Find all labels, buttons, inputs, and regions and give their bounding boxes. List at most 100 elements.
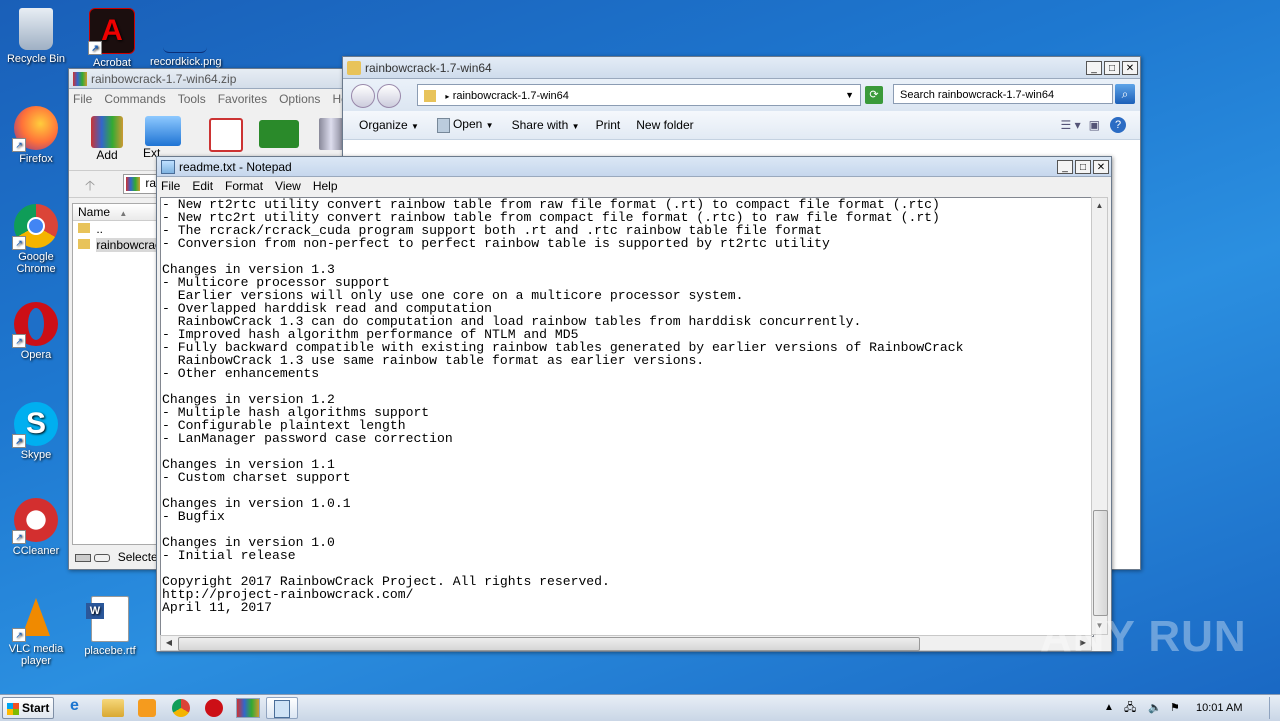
anyrun-watermark: ANY RUN — [1040, 612, 1247, 662]
desktop-icon-firefox[interactable]: ↗ Firefox — [1, 106, 71, 165]
close-button[interactable]: ✕ — [1093, 159, 1109, 174]
explorer-commandbar: Organize ▼ Open ▼ Share with ▼ Print New… — [343, 111, 1140, 140]
scroll-left-icon[interactable]: ◀ — [161, 636, 177, 650]
view-options-icon[interactable]: ☰ ▾ — [1061, 118, 1081, 132]
firefox-icon: ↗ — [12, 106, 58, 152]
menu-commands[interactable]: Commands — [104, 92, 165, 106]
document-text: - New rt2rtc utility convert rainbow tab… — [161, 198, 1093, 614]
address-field[interactable]: ▸ rainbowcrack-1.7-win64 ▼ — [417, 84, 861, 106]
desktop-icon-recycle-bin[interactable]: Recycle Bin — [1, 8, 71, 65]
chrome-icon: ↗ — [12, 204, 58, 250]
add-button[interactable]: Add — [89, 116, 125, 162]
text-line: Changes in version 1.0 — [162, 535, 335, 550]
drive-icon — [75, 553, 91, 562]
help-icon[interactable]: ? — [1110, 117, 1126, 133]
start-button[interactable]: Start — [2, 697, 54, 719]
speaker-icon[interactable]: 🔈 — [1148, 695, 1162, 721]
folder-icon — [78, 223, 90, 233]
back-button[interactable] — [351, 84, 375, 108]
share-with-label: Share with — [511, 118, 569, 132]
search-icon[interactable]: ⌕ — [1115, 84, 1135, 104]
chevron-down-icon: ▼ — [485, 121, 494, 131]
taskbar-opera-icon[interactable] — [205, 699, 223, 717]
view-book-icon[interactable] — [259, 120, 299, 148]
preview-pane-icon[interactable]: ▣ — [1089, 118, 1100, 132]
desktop-icon-recordkick[interactable]: recordkick.png — [150, 8, 222, 68]
test-icon[interactable] — [209, 118, 243, 152]
desktop-icon-label: Opera — [20, 349, 52, 361]
menu-tools[interactable]: Tools — [178, 92, 206, 106]
notepad-titlebar[interactable]: readme.txt - Notepad _ □ ✕ — [157, 157, 1111, 177]
chevron-down-icon: ▼ — [411, 122, 419, 131]
minimize-button[interactable]: _ — [1057, 159, 1073, 174]
desktop-icon-label: recordkick.png — [150, 56, 222, 68]
minimize-button[interactable]: _ — [1086, 60, 1102, 75]
taskbar-explorer-icon[interactable] — [102, 699, 124, 717]
opera-icon: ↗ — [12, 302, 58, 348]
refresh-button[interactable]: ⟳ — [865, 86, 883, 104]
menu-view[interactable]: View — [275, 179, 301, 193]
menu-options[interactable]: Options — [279, 92, 320, 106]
flag-icon[interactable]: ⚑ — [1170, 695, 1180, 721]
taskbar: Start e ▲ 🖧 🔈 ⚑ 10:01 AM — [0, 694, 1280, 721]
taskbar-notepad-icon[interactable] — [266, 697, 298, 719]
menu-help[interactable]: Help — [313, 179, 338, 193]
scroll-up-icon[interactable]: ▲ — [1092, 198, 1107, 214]
print-button[interactable]: Print — [596, 118, 621, 132]
tray-expand-icon[interactable]: ▲ — [1104, 695, 1114, 721]
shortcut-arrow-icon: ↗ — [12, 530, 26, 544]
desktop-icon-ccleaner[interactable]: ↗ CCleaner — [1, 498, 71, 557]
horizontal-scrollbar[interactable]: ◀ ▶ — [160, 635, 1092, 651]
menu-format[interactable]: Format — [225, 179, 263, 193]
up-arrow-icon[interactable]: 🡡 — [85, 175, 95, 199]
desktop-icon-label: Recycle Bin — [6, 53, 66, 65]
vertical-scrollbar[interactable]: ▲ ▼ — [1091, 197, 1108, 635]
clock[interactable]: 10:01 AM — [1196, 695, 1242, 721]
taskbar-winrar-icon[interactable] — [236, 698, 260, 718]
menu-file[interactable]: File — [73, 92, 92, 106]
watermark-text: ANY RUN — [1040, 612, 1247, 661]
scroll-thumb[interactable] — [178, 637, 920, 651]
taskbar-chrome-icon[interactable] — [172, 699, 190, 717]
search-placeholder: Search rainbowcrack-1.7-win64 — [900, 89, 1055, 101]
text-line: - Bugfix — [162, 509, 225, 524]
delete-icon[interactable] — [319, 118, 343, 150]
explorer-titlebar[interactable]: rainbowcrack-1.7-win64 _ □ ✕ — [343, 57, 1140, 79]
winrar-titlebar[interactable]: rainbowcrack-1.7-win64.zip — [69, 69, 359, 89]
menu-file[interactable]: File — [161, 179, 180, 193]
text-line: - Custom charset support — [162, 470, 351, 485]
desktop-icon-placebe[interactable]: W placebe.rtf — [75, 596, 145, 657]
desktop-icon-chrome[interactable]: ↗ Google Chrome — [1, 204, 71, 275]
vlc-icon: ↗ — [12, 596, 58, 642]
search-input[interactable]: Search rainbowcrack-1.7-win64 — [893, 84, 1113, 104]
scroll-thumb[interactable] — [1093, 510, 1108, 616]
extract-button[interactable]: Ext — [143, 116, 183, 160]
maximize-button[interactable]: □ — [1104, 60, 1120, 75]
desktop-icon-acrobat[interactable]: A ↗ Acrobat — [77, 8, 147, 69]
desktop-icon-label: Skype — [20, 449, 52, 461]
desktop-icon-opera[interactable]: ↗ Opera — [1, 302, 71, 361]
network-icon[interactable]: 🖧 — [1124, 695, 1136, 721]
taskbar-ie-icon[interactable]: e — [70, 697, 90, 719]
notepad-window[interactable]: readme.txt - Notepad _ □ ✕ File Edit For… — [156, 156, 1112, 652]
text-line: - Conversion from non-perfect to perfect… — [162, 236, 830, 251]
share-with-button[interactable]: Share with ▼ — [512, 118, 580, 132]
organize-button[interactable]: Organize ▼ — [359, 118, 419, 132]
text-line: - Other enhancements — [162, 366, 320, 381]
close-button[interactable]: ✕ — [1122, 60, 1138, 75]
menu-favorites[interactable]: Favorites — [218, 92, 267, 106]
shortcut-arrow-icon: ↗ — [12, 628, 26, 642]
show-desktop-button[interactable] — [1269, 697, 1280, 719]
desktop-icon-skype[interactable]: S ↗ Skype — [1, 402, 71, 461]
taskbar-media-player-icon[interactable] — [138, 699, 156, 717]
desktop-icon-vlc[interactable]: ↗ VLC media player — [1, 596, 71, 667]
path-text: ra — [145, 176, 157, 191]
forward-button[interactable] — [377, 84, 401, 108]
chevron-down-icon[interactable]: ▼ — [845, 85, 854, 105]
open-button[interactable]: Open ▼ — [436, 117, 494, 133]
notepad-text-area[interactable]: - New rt2rtc utility convert rainbow tab… — [160, 197, 1094, 637]
menu-edit[interactable]: Edit — [192, 179, 213, 193]
new-folder-button[interactable]: New folder — [636, 118, 693, 132]
maximize-button[interactable]: □ — [1075, 159, 1091, 174]
system-tray: ▲ 🖧 🔈 ⚑ 10:01 AM — [1100, 695, 1280, 721]
